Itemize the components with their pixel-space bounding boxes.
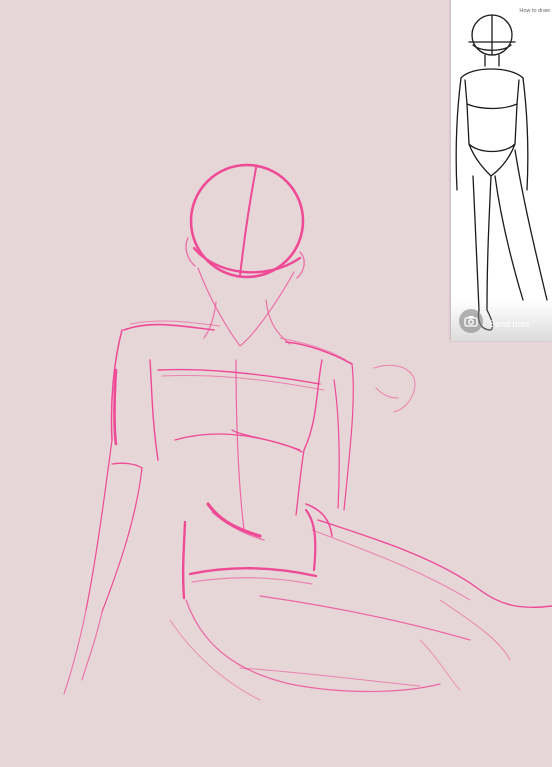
reference-image-panel[interactable]: How to draw Send mes (451, 0, 552, 341)
reference-figure-image (455, 14, 548, 331)
send-message-input[interactable]: Send mes (489, 319, 530, 329)
camera-button[interactable] (459, 309, 483, 333)
reference-title: How to draw (519, 8, 550, 14)
camera-icon (464, 316, 478, 327)
